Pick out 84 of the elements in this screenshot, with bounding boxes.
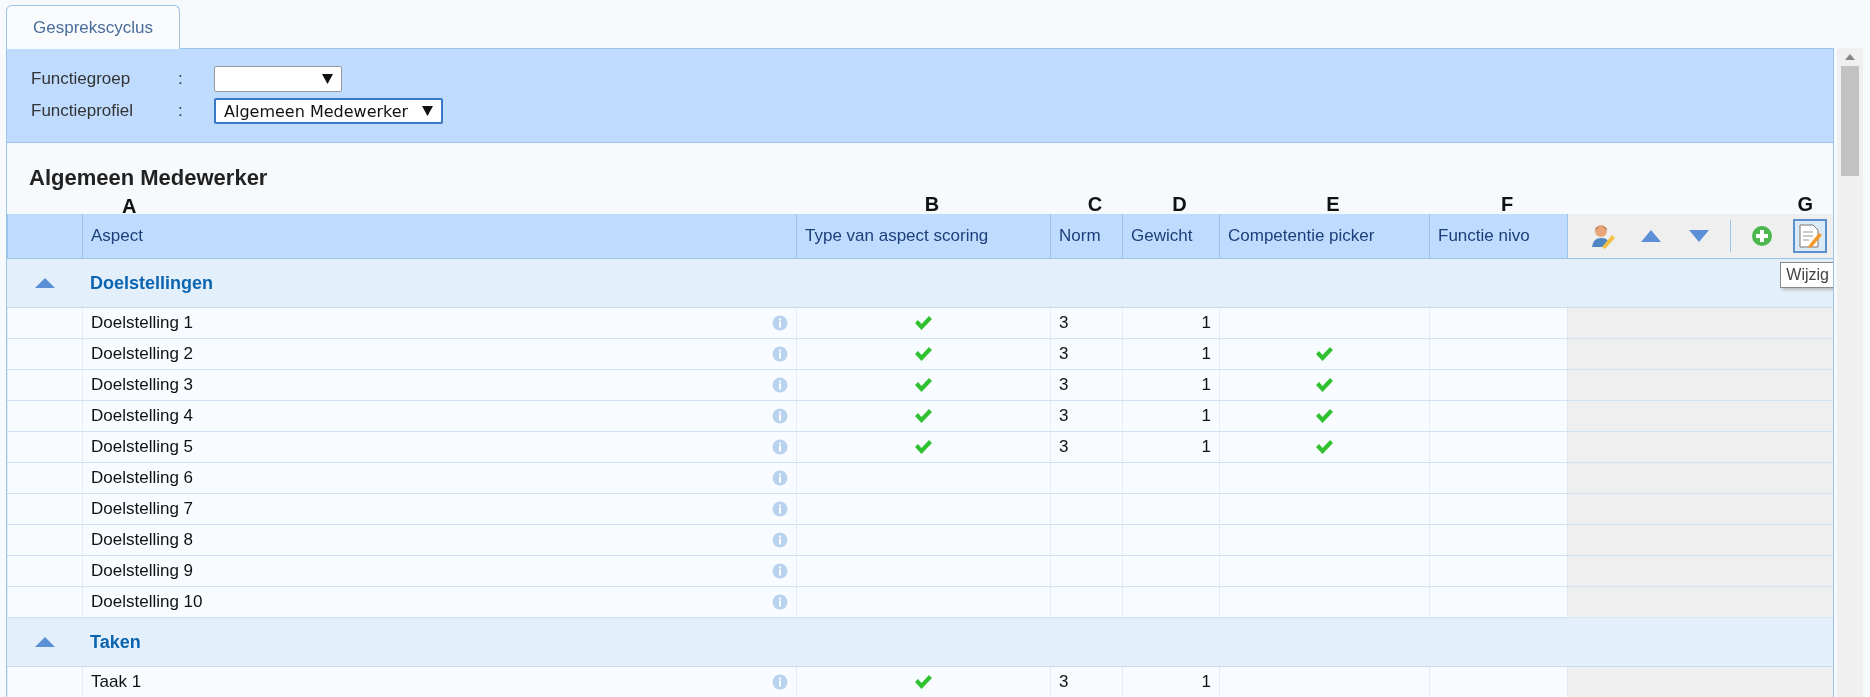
dropdown-caret-icon: [422, 106, 434, 116]
table-cell: [1050, 463, 1122, 494]
checkmark-icon: [914, 674, 933, 690]
edit-button[interactable]: [1793, 219, 1827, 253]
dropdown-field[interactable]: [214, 66, 342, 92]
aspect-name: Doelstelling 5: [91, 437, 194, 457]
scrollbar[interactable]: [1837, 48, 1863, 697]
column-header: Functie nivo: [1429, 214, 1567, 259]
column-marker: A: [121, 196, 138, 216]
info-icon[interactable]: [772, 501, 788, 517]
separator-text: :: [178, 101, 184, 121]
column-header: Aspect: [82, 214, 796, 259]
aspect-name: Doelstelling 4: [91, 406, 194, 426]
info-icon[interactable]: [772, 408, 788, 424]
checkmark-icon: [914, 439, 933, 455]
checkmark-icon: [1315, 439, 1334, 455]
dropdown-caret-icon: [322, 74, 333, 84]
scroll-up-icon[interactable]: [1845, 54, 1855, 60]
scrollbar-thumb[interactable]: [1841, 66, 1859, 176]
column-header: Competentie picker: [1219, 214, 1429, 259]
table-cell: 1: [1122, 339, 1219, 370]
info-icon[interactable]: [772, 532, 788, 548]
column-header: Gewicht: [1122, 214, 1219, 259]
column-marker: B: [923, 193, 941, 216]
column-header: Type van aspect scoring: [796, 214, 1050, 259]
table-cell: [1050, 556, 1122, 587]
checkmark-icon: [914, 315, 933, 331]
aspect-name: Doelstelling 3: [91, 375, 194, 395]
table-cell: 1: [1122, 432, 1219, 463]
aspect-name: Doelstelling 10: [91, 592, 203, 612]
table-cell: 3: [1050, 339, 1122, 370]
table-cell: [1050, 525, 1122, 556]
group-title: Taken: [90, 631, 141, 653]
add-icon: [1751, 225, 1773, 247]
tab[interactable]: Gesprekscyclus: [6, 5, 180, 49]
table-cell: 3: [1050, 308, 1122, 339]
info-icon[interactable]: [772, 470, 788, 486]
aspect-name: Doelstelling 7: [91, 499, 194, 519]
table-cell: 1: [1122, 308, 1219, 339]
edit-document-icon: [1797, 223, 1823, 249]
aspect-name: Doelstelling 6: [91, 468, 194, 488]
dropdown-field[interactable]: Algemeen Medewerker: [214, 98, 444, 124]
checkmark-icon: [1315, 377, 1334, 393]
table-cell: 1: [1122, 401, 1219, 432]
aspect-name: Doelstelling 2: [91, 344, 194, 364]
column-marker: G: [1796, 193, 1814, 216]
checkmark-icon: [1315, 346, 1334, 362]
info-icon[interactable]: [772, 674, 788, 690]
table-cell: 3: [1050, 401, 1122, 432]
checkmark-icon: [914, 377, 933, 393]
collapse-triangle-icon[interactable]: [35, 278, 55, 288]
separator-text: :: [178, 69, 184, 89]
info-icon[interactable]: [772, 377, 788, 393]
info-icon[interactable]: [772, 346, 788, 362]
group-title: Doelstellingen: [90, 272, 214, 294]
checkmark-icon: [1315, 408, 1334, 424]
info-icon[interactable]: [772, 594, 788, 610]
aspect-name: Doelstelling 9: [91, 561, 194, 581]
checkmark-icon: [914, 346, 933, 362]
user-edit-icon: [1590, 223, 1616, 249]
move-down-icon: [1689, 230, 1709, 242]
column-marker: D: [1171, 193, 1188, 216]
collapse-triangle-icon[interactable]: [35, 637, 55, 647]
table-cell: [1050, 587, 1122, 618]
checkmark-icon: [914, 408, 933, 424]
info-icon[interactable]: [772, 563, 788, 579]
tooltip: Wijzig: [1780, 262, 1833, 288]
table-cell: 3: [1050, 370, 1122, 401]
aspect-name: Doelstelling 8: [91, 530, 194, 550]
filter-label: Functiegroep: [31, 69, 132, 89]
info-icon[interactable]: [772, 315, 788, 331]
table-cell: [1050, 494, 1122, 525]
column-marker: F: [1499, 193, 1515, 216]
move-up-icon: [1641, 230, 1661, 242]
filter-label: Functieprofiel: [31, 101, 135, 121]
column-marker: C: [1086, 193, 1104, 216]
column-header: Norm: [1050, 214, 1122, 259]
info-icon[interactable]: [772, 439, 788, 455]
column-marker: E: [1325, 193, 1341, 216]
page-title: Algemeen Medewerker: [28, 164, 269, 192]
table-cell: 1: [1122, 370, 1219, 401]
aspect-name: Taak 1: [91, 672, 142, 692]
table-cell: 3: [1050, 432, 1122, 463]
aspect-name: Doelstelling 1: [91, 313, 194, 333]
